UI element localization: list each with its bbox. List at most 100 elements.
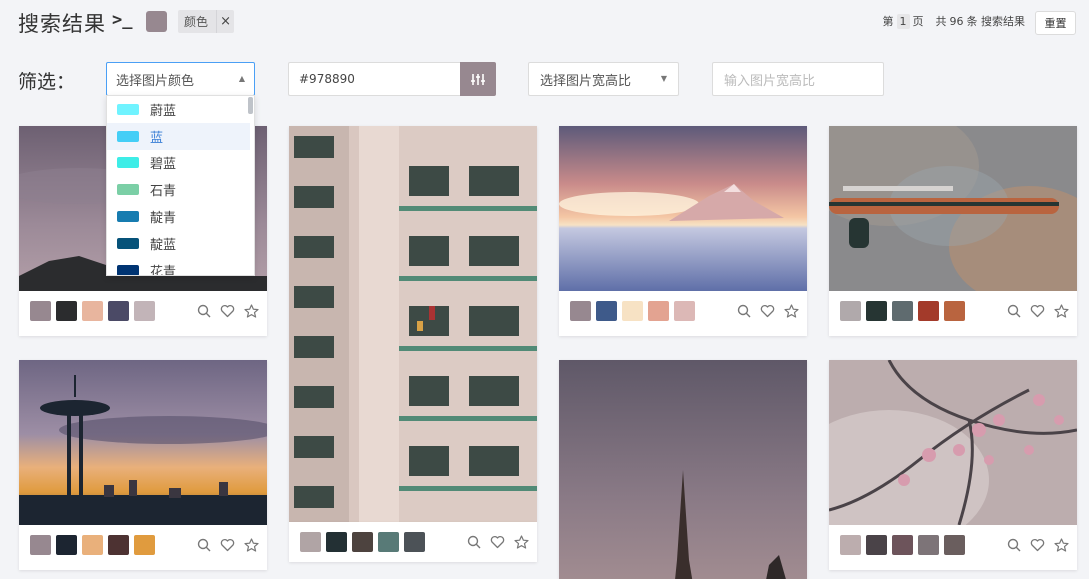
zoom-icon[interactable] (467, 535, 481, 549)
close-icon[interactable]: × (216, 10, 234, 33)
reset-button[interactable]: 重置 (1035, 11, 1076, 35)
color-option-swatch (117, 157, 139, 169)
star-icon[interactable] (244, 538, 259, 552)
image-card[interactable] (829, 126, 1077, 336)
page-title: 搜索结果 (18, 12, 106, 36)
palette-swatch[interactable] (944, 301, 965, 321)
palette-swatch[interactable] (352, 532, 373, 552)
palette-swatch[interactable] (648, 301, 669, 321)
star-icon[interactable] (244, 304, 259, 318)
heart-icon[interactable] (220, 304, 235, 318)
pagination-info: 第 1 页 共 96 条 搜索结果 (882, 13, 1025, 29)
prompt-icon[interactable]: >_ (112, 10, 132, 30)
palette-swatch[interactable] (596, 301, 617, 321)
caret-up-icon: ▲ (238, 74, 245, 83)
ratio-input[interactable]: 输入图片宽高比 (712, 62, 884, 96)
palette-swatch[interactable] (674, 301, 695, 321)
palette-swatch[interactable] (866, 301, 887, 321)
palette-swatch[interactable] (30, 535, 51, 555)
selected-color-swatch (146, 11, 167, 32)
zoom-icon[interactable] (1007, 304, 1021, 318)
dropdown-scrollbar[interactable] (248, 97, 253, 114)
palette-swatch[interactable] (918, 535, 939, 555)
color-option[interactable]: 靛青 (107, 203, 250, 230)
color-option[interactable]: 靛蓝 (107, 230, 250, 257)
color-option-label: 蓝 (150, 130, 164, 146)
color-option-swatch (117, 184, 139, 196)
image-apartment-building[interactable] (289, 126, 537, 522)
zoom-icon[interactable] (1007, 538, 1021, 552)
color-option[interactable]: 蓝 (107, 122, 250, 150)
palette-swatch[interactable] (108, 535, 129, 555)
palette-swatch[interactable] (944, 535, 965, 555)
palette-swatch[interactable] (134, 535, 155, 555)
caret-down-icon: ▼ (660, 74, 667, 83)
color-option[interactable]: 蔚蓝 (107, 96, 250, 123)
sliders-icon[interactable] (460, 62, 496, 96)
card-actions (197, 291, 259, 331)
card-actions (197, 525, 259, 565)
star-icon[interactable] (1054, 538, 1069, 552)
palette-swatch[interactable] (892, 535, 913, 555)
star-icon[interactable] (514, 535, 529, 549)
color-select[interactable]: 选择图片颜色 ▲ (106, 62, 255, 96)
palette-swatch[interactable] (840, 301, 861, 321)
card-toolbar (19, 525, 267, 565)
heart-icon[interactable] (220, 538, 235, 552)
palette-swatch[interactable] (404, 532, 425, 552)
pager-total-prefix: 共 (935, 15, 947, 28)
zoom-icon[interactable] (737, 304, 751, 318)
image-card[interactable] (829, 360, 1077, 570)
star-icon[interactable] (784, 304, 799, 318)
palette-swatch[interactable] (918, 301, 939, 321)
palette-swatch[interactable] (82, 535, 103, 555)
filter-tag-color: 颜色 × (178, 10, 235, 33)
hex-color-input[interactable]: #978890 (288, 62, 461, 96)
palette-swatch[interactable] (326, 532, 347, 552)
image-cherry-blossom[interactable] (829, 360, 1077, 525)
color-option-label: 靛青 (150, 211, 177, 227)
image-card[interactable] (289, 126, 537, 522)
ratio-select[interactable]: 选择图片宽高比 ▼ (528, 62, 679, 96)
image-spire-dusk[interactable] (559, 360, 807, 579)
image-card[interactable] (19, 360, 267, 570)
color-option[interactable]: 碧蓝 (107, 150, 250, 177)
heart-icon[interactable] (760, 304, 775, 318)
image-space-needle-sunset[interactable] (19, 360, 267, 525)
ratio-select-placeholder: 选择图片宽高比 (540, 73, 632, 89)
palette-swatch[interactable] (134, 301, 155, 321)
heart-icon[interactable] (1030, 538, 1045, 552)
palette-swatch[interactable] (30, 301, 51, 321)
total-count: 96 (949, 14, 964, 28)
heart-icon[interactable] (490, 535, 505, 549)
card-actions (1007, 525, 1069, 565)
palette-swatch[interactable] (378, 532, 399, 552)
palette-swatch[interactable] (56, 301, 77, 321)
image-bicycle-wheel[interactable] (829, 126, 1077, 291)
color-option-swatch (117, 237, 139, 249)
palette-swatch[interactable] (840, 535, 861, 555)
image-card[interactable] (559, 360, 807, 579)
zoom-icon[interactable] (197, 538, 211, 552)
pager-prefix: 第 (882, 15, 894, 28)
palette-swatch[interactable] (108, 301, 129, 321)
color-option[interactable]: 石青 (107, 176, 250, 203)
palette-swatch[interactable] (82, 301, 103, 321)
color-option-swatch (117, 211, 139, 223)
heart-icon[interactable] (1030, 304, 1045, 318)
palette-swatch[interactable] (622, 301, 643, 321)
palette-swatch[interactable] (892, 301, 913, 321)
palette-swatch[interactable] (570, 301, 591, 321)
color-option[interactable]: 花青 (107, 257, 250, 275)
palette-swatch[interactable] (866, 535, 887, 555)
palette-swatch[interactable] (300, 532, 321, 552)
image-card[interactable] (559, 126, 807, 336)
color-option-label: 蔚蓝 (150, 103, 177, 119)
color-option-swatch (117, 264, 139, 275)
image-sunset-snow-mountain[interactable] (559, 126, 807, 291)
star-icon[interactable] (1054, 304, 1069, 318)
card-toolbar (19, 291, 267, 331)
color-option-label: 靛蓝 (150, 237, 177, 253)
palette-swatch[interactable] (56, 535, 77, 555)
zoom-icon[interactable] (197, 304, 211, 318)
